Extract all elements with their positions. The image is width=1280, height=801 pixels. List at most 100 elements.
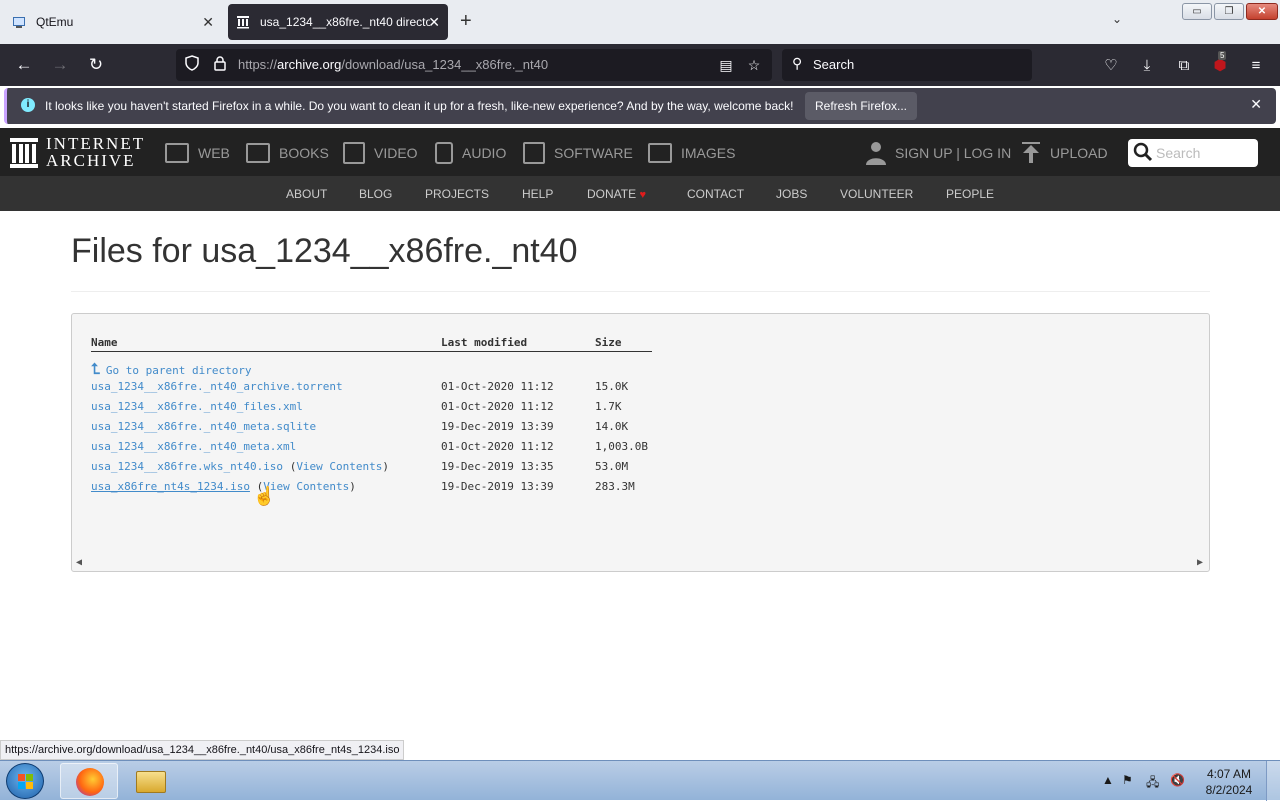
system-clock[interactable]: 4:07 AM 8/2/2024 xyxy=(1200,766,1258,798)
downloads-icon[interactable]: ⤓ xyxy=(1136,55,1158,77)
reload-icon[interactable]: ↻ xyxy=(84,54,108,76)
images-icon xyxy=(648,143,672,163)
action-center-flag-icon[interactable]: ⚑ xyxy=(1122,773,1133,787)
refresh-firefox-button[interactable]: Refresh Firefox... xyxy=(805,92,917,120)
ia-nav-web[interactable]: WEB xyxy=(165,142,230,164)
file-link[interactable]: usa_1234__x86fre._nt40_files.xml xyxy=(91,400,303,413)
taskbar-file-explorer[interactable] xyxy=(122,763,180,799)
show-desktop-button[interactable] xyxy=(1266,761,1280,801)
address-bar[interactable]: https://archive.org/download/usa_1234__x… xyxy=(176,49,772,81)
list-all-tabs-icon[interactable]: ⌄ xyxy=(1112,12,1122,26)
bookmark-star-icon[interactable]: ☆ xyxy=(744,55,764,75)
network-icon[interactable]: 🖧 xyxy=(1146,773,1159,794)
search-placeholder: Search xyxy=(1156,145,1201,161)
file-size: 283.3M xyxy=(595,480,635,493)
ublock-badge-count: 5 xyxy=(1218,51,1227,60)
tab-strip: QtEmu ✕ usa_1234__x86fre._nt40 directory… xyxy=(0,0,1280,44)
tab-qtemu[interactable]: QtEmu ✕ xyxy=(4,4,222,40)
taskbar-firefox[interactable] xyxy=(60,763,118,799)
file-modified: 19-Dec-2019 13:39 xyxy=(441,420,554,433)
subnav-donate[interactable]: DONATE ♥ xyxy=(587,187,646,201)
archive-building-icon xyxy=(10,138,38,168)
books-icon xyxy=(246,143,270,163)
search-bar[interactable]: ⚲ Search xyxy=(782,49,1032,81)
file-link[interactable]: usa_1234__x86fre.wks_nt40.iso xyxy=(91,460,283,473)
firefox-icon xyxy=(76,768,104,796)
ia-nav-software[interactable]: SOFTWARE xyxy=(523,142,633,164)
search-icon xyxy=(1133,142,1153,162)
subnav-contact[interactable]: CONTACT xyxy=(687,187,744,201)
subnav-help[interactable]: HELP xyxy=(522,187,553,201)
subnav-jobs[interactable]: JOBS xyxy=(776,187,807,201)
pocket-icon[interactable]: ♡ xyxy=(1100,55,1122,77)
speaker-icon xyxy=(435,142,453,164)
new-tab-button[interactable]: + xyxy=(460,10,472,33)
ia-nav-images[interactable]: IMAGES xyxy=(648,142,735,164)
lock-icon[interactable] xyxy=(210,55,230,75)
close-icon[interactable]: ✕ xyxy=(1250,96,1262,113)
show-hidden-icons-arrow[interactable]: ▲ xyxy=(1102,773,1114,787)
minimize-button[interactable]: ▭ xyxy=(1182,3,1212,20)
ia-nav-audio[interactable]: AUDIO xyxy=(435,142,506,164)
search-icon: ⚲ xyxy=(792,55,803,71)
url-text[interactable]: https://archive.org/download/usa_1234__x… xyxy=(238,57,548,72)
file-modified: 19-Dec-2019 13:39 xyxy=(441,480,554,493)
windows-logo-icon xyxy=(18,774,33,789)
back-icon[interactable]: ← xyxy=(12,54,36,76)
start-button[interactable] xyxy=(6,763,44,799)
table-row: usa_x86fre_nt4s_1234.iso (View Contents)… xyxy=(91,480,791,496)
subnav-blog[interactable]: BLOG xyxy=(359,187,392,201)
window-close-button[interactable]: ✕ xyxy=(1246,3,1278,20)
navigation-toolbar: ← → ↻ https://archive.org/download/usa_1… xyxy=(0,44,1280,86)
subnav-people[interactable]: PEOPLE xyxy=(946,187,994,201)
column-header-name: Name xyxy=(91,336,118,349)
subnav-projects[interactable]: PROJECTS xyxy=(425,187,489,201)
file-link[interactable]: usa_1234__x86fre._nt40_archive.torrent xyxy=(91,380,343,393)
file-link[interactable]: usa_1234__x86fre._nt40_meta.sqlite xyxy=(91,420,316,433)
subnav-about[interactable]: ABOUT xyxy=(286,187,327,201)
reader-view-icon[interactable]: ▤ xyxy=(716,55,736,75)
status-link-preview: https://archive.org/download/usa_1234__x… xyxy=(0,740,405,760)
ia-header: INTERNET ARCHIVE WEB BOOKS VIDEO AUDIO S… xyxy=(0,128,1280,176)
ia-nav-books[interactable]: BOOKS xyxy=(246,142,329,164)
parent-directory-link[interactable]: ⮤ Go to parent directory xyxy=(91,360,252,378)
close-icon[interactable]: ✕ xyxy=(202,14,214,31)
sign-up-log-in-link[interactable]: SIGN UP | LOG IN xyxy=(866,142,1011,165)
up-arrow-icon: ⮤ xyxy=(91,360,100,378)
file-link[interactable]: usa_1234__x86fre._nt40_meta.xml xyxy=(91,440,296,453)
tab-archive-listing[interactable]: usa_1234__x86fre._nt40 directory listing… xyxy=(228,4,448,40)
user-icon xyxy=(866,142,886,165)
archive-icon xyxy=(236,15,250,29)
column-header-size: Size xyxy=(595,336,622,349)
windows-taskbar: ▲ ⚑ 🖧 🔇 4:07 AM 8/2/2024 xyxy=(0,760,1280,801)
ia-search-input[interactable]: Search xyxy=(1128,139,1258,167)
clock-date: 8/2/2024 xyxy=(1205,783,1253,797)
floppy-disk-icon xyxy=(523,142,545,164)
hand-cursor-icon: ☝ xyxy=(253,486,276,506)
file-link[interactable]: usa_x86fre_nt4s_1234.iso xyxy=(91,480,250,493)
app-menu-icon[interactable]: ≡ xyxy=(1245,55,1267,77)
tracking-protection-shield-icon[interactable] xyxy=(182,55,202,75)
file-size: 1.7K xyxy=(595,400,622,413)
folder-icon xyxy=(136,771,166,793)
subnav-volunteer[interactable]: VOLUNTEER xyxy=(840,187,913,201)
scroll-right-arrow[interactable]: ▶ xyxy=(1197,557,1203,568)
scroll-left-arrow[interactable]: ◀ xyxy=(76,557,82,568)
search-placeholder: Search xyxy=(813,57,855,72)
extensions-icon[interactable]: ⧉ xyxy=(1173,55,1195,77)
table-row: usa_1234__x86fre._nt40_files.xml 01-Oct-… xyxy=(91,400,791,416)
view-contents-link[interactable]: View Contents xyxy=(296,460,382,473)
file-modified: 01-Oct-2020 11:12 xyxy=(441,440,554,453)
view-contents-link[interactable]: View Contents xyxy=(263,480,349,493)
header-rule xyxy=(91,351,652,352)
volume-muted-icon[interactable]: 🔇 xyxy=(1170,773,1185,787)
tab-label: usa_1234__x86fre._nt40 directory listing xyxy=(260,15,430,29)
close-icon[interactable]: ✕ xyxy=(428,14,440,31)
table-row: usa_1234__x86fre._nt40_archive.torrent 0… xyxy=(91,380,791,396)
upload-link[interactable]: UPLOAD xyxy=(1022,142,1108,164)
file-size: 15.0K xyxy=(595,380,629,393)
forward-icon[interactable]: → xyxy=(48,54,72,76)
restore-button[interactable]: ❐ xyxy=(1214,3,1244,20)
clock-time: 4:07 AM xyxy=(1206,767,1252,781)
ia-nav-video[interactable]: VIDEO xyxy=(343,142,418,164)
